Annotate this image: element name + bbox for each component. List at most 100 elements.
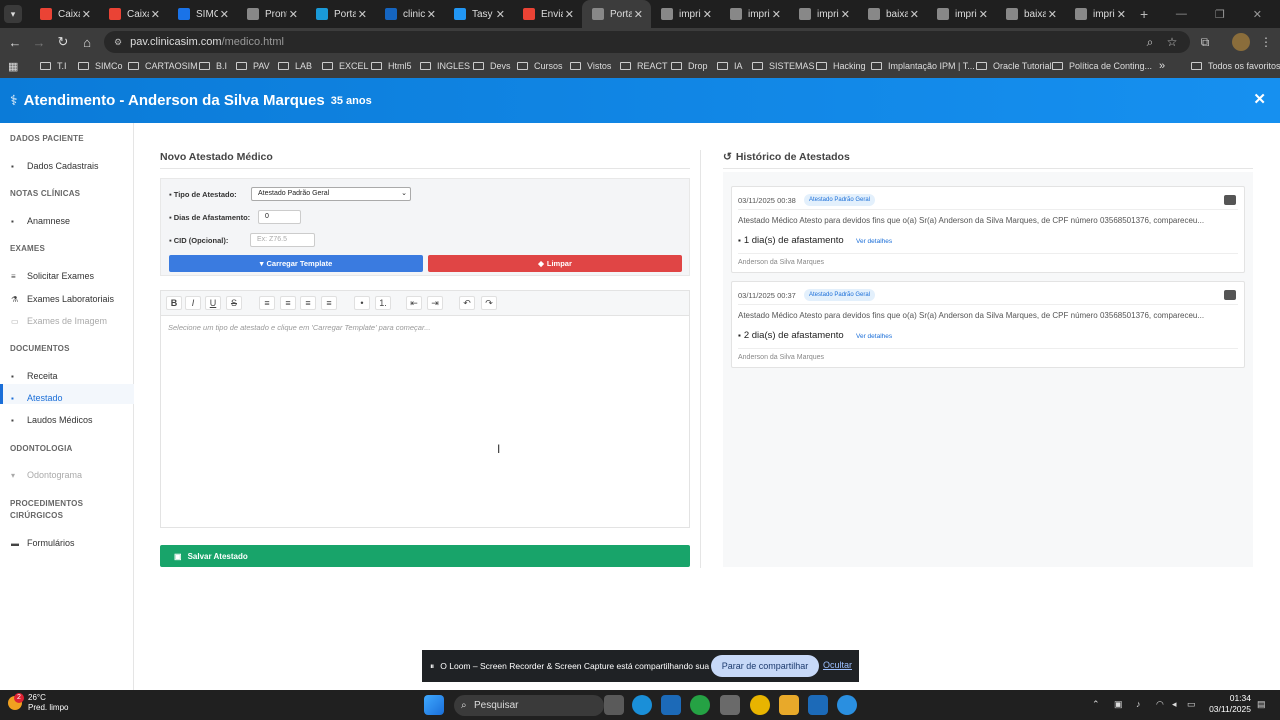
microphone-icon[interactable]: ♪	[1136, 699, 1141, 709]
bookmark-item[interactable]: Drop	[671, 61, 708, 71]
browser-tab[interactable]: Caixa✕	[99, 0, 168, 28]
load-template-button[interactable]: ▾ Carregar Template	[169, 255, 423, 272]
pause-icon[interactable]: ⏸	[430, 661, 434, 672]
close-tab-icon[interactable]: ✕	[496, 8, 505, 21]
wifi-icon[interactable]: ◠	[1156, 699, 1164, 710]
print-icon[interactable]	[1224, 195, 1236, 205]
task-view-icon[interactable]	[604, 695, 624, 715]
bookmark-item[interactable]: INGLES	[420, 61, 470, 71]
browser-tab[interactable]: Pront ✕	[237, 0, 306, 28]
browser-tab[interactable]: imprim✕	[927, 0, 996, 28]
clock[interactable]: 01:34 03/11/2025	[1209, 693, 1251, 715]
align-right-icon[interactable]: ≡	[300, 296, 316, 310]
cid-input[interactable]: Ex: Z76.5	[250, 233, 315, 247]
new-tab-button[interactable]: +	[1140, 6, 1148, 22]
bookmark-item[interactable]: PAV	[236, 61, 270, 71]
underline-icon[interactable]: U	[205, 296, 221, 310]
close-tab-icon[interactable]: ✕	[565, 8, 574, 21]
bookmark-item[interactable]: LAB	[278, 61, 312, 71]
bookmark-item[interactable]: REACT	[620, 61, 668, 71]
save-button[interactable]: ▣ Salvar Atestado	[160, 545, 690, 567]
tray-app-icon[interactable]: ▣	[1114, 699, 1123, 710]
undo-icon[interactable]: ↶	[459, 296, 475, 310]
hide-link[interactable]: Ocultar	[823, 660, 852, 670]
bookmark-item[interactable]: Cursos	[517, 61, 563, 71]
battery-icon[interactable]: ▭	[1187, 699, 1196, 710]
sidebar-item[interactable]: ⚗ Exames Laboratoriais	[11, 294, 114, 304]
redo-icon[interactable]: ↷	[481, 296, 497, 310]
sidebar-item[interactable]: ▾ Odontograma	[11, 470, 82, 480]
sidebar-item[interactable]: ▪ Dados Cadastrais	[11, 161, 99, 171]
bookmark-item[interactable]: Html5	[371, 61, 412, 71]
browser-tab[interactable]: Caixa✕	[30, 0, 99, 28]
close-tab-icon[interactable]: ✕	[841, 8, 850, 21]
close-tab-icon[interactable]: ✕	[910, 8, 919, 21]
print-icon[interactable]	[1224, 290, 1236, 300]
bookmark-item[interactable]: Oracle Tutorial	[976, 61, 1052, 71]
align-left-icon[interactable]: ≡	[259, 296, 275, 310]
browser-tab[interactable]: imprim✕	[720, 0, 789, 28]
close-tab-icon[interactable]: ✕	[358, 8, 367, 21]
details-link[interactable]: Ver detalhes	[856, 238, 892, 245]
browser-tab[interactable]: clinica✕	[375, 0, 444, 28]
tipo-select[interactable]: Atestado Padrão Geral ⌄	[251, 187, 411, 201]
notifications-icon[interactable]: ▤	[1257, 699, 1266, 710]
browser-tab[interactable]: imprim✕	[1065, 0, 1134, 28]
browser-tab[interactable]: Enviad✕	[513, 0, 582, 28]
align-center-icon[interactable]: ≡	[280, 296, 296, 310]
reload-icon[interactable]: ↻	[52, 31, 74, 53]
bookmark-item[interactable]: IA	[717, 61, 743, 71]
browser-tab[interactable]: baixar✕	[858, 0, 927, 28]
close-window-icon[interactable]: ✕	[1253, 8, 1262, 21]
all-favorites-folder[interactable]: Todos os favoritos	[1191, 61, 1280, 71]
sidebar-item[interactable]: ▪ Receita	[11, 371, 58, 381]
calculator-icon[interactable]	[720, 695, 740, 715]
browser-tab[interactable]: imprim✕	[651, 0, 720, 28]
stop-sharing-button[interactable]: Parar de compartilhar	[711, 655, 819, 677]
bookmark-item[interactable]: Implantação IPM | T...	[871, 61, 975, 71]
bookmark-item[interactable]: Política de Conting...	[1052, 61, 1152, 71]
sidebar-item[interactable]: ≡ Solicitar Exames	[11, 271, 94, 281]
bullet-list-icon[interactable]: •	[354, 296, 370, 310]
chevron-up-icon[interactable]: ⌃	[1092, 699, 1100, 710]
maximize-icon[interactable]: ❐	[1215, 8, 1225, 21]
tab-search-button[interactable]: ▾	[4, 5, 22, 23]
zoom-icon[interactable]: ⌕	[1141, 33, 1159, 51]
app-icon[interactable]	[808, 695, 828, 715]
bookmark-item[interactable]: Hacking	[816, 61, 866, 71]
back-icon[interactable]: ←	[4, 31, 26, 53]
bookmark-item[interactable]: T.I	[40, 61, 67, 71]
menu-icon[interactable]: ⋮	[1257, 33, 1275, 51]
address-bar[interactable]: ⚙ pav.clinicasim.com/medico.html	[104, 31, 1190, 53]
close-tab-icon[interactable]: ✕	[82, 8, 91, 21]
vscode-icon[interactable]	[661, 695, 681, 715]
indent-icon[interactable]: ⇥	[427, 296, 443, 310]
bookmark-item[interactable]: Vistos	[570, 61, 611, 71]
taskbar-search[interactable]: ⌕ Pesquisar	[454, 695, 604, 716]
close-tab-icon[interactable]: ✕	[220, 8, 229, 21]
file-explorer-icon[interactable]	[779, 695, 799, 715]
minimize-icon[interactable]: —	[1176, 8, 1187, 21]
bookmark-star-icon[interactable]: ☆	[1163, 33, 1181, 51]
browser-tab[interactable]: Portal✕	[306, 0, 375, 28]
numbered-list-icon[interactable]: 1.	[375, 296, 391, 310]
close-tab-icon[interactable]: ✕	[289, 8, 298, 21]
browser-tab[interactable]: baixar✕	[996, 0, 1065, 28]
bookmark-item[interactable]: SISTEMAS	[752, 61, 815, 71]
close-tab-icon[interactable]: ✕	[979, 8, 988, 21]
apps-icon[interactable]: ▦	[8, 60, 18, 73]
home-icon[interactable]: ⌂	[76, 31, 98, 53]
close-icon[interactable]: ✕	[1253, 90, 1266, 108]
extensions-icon[interactable]: ⧉	[1196, 33, 1214, 51]
weather-widget[interactable]: 2 26°C Pred. limpo	[8, 693, 68, 713]
rich-text-editor[interactable]: Selecione um tipo de atestado e clique e…	[160, 316, 690, 528]
volume-icon[interactable]: ◂	[1172, 699, 1177, 710]
windows-start-icon[interactable]	[424, 695, 444, 715]
forward-icon[interactable]: →	[28, 31, 50, 53]
close-tab-icon[interactable]: ✕	[427, 8, 436, 21]
bookmarks-overflow-icon[interactable]: »	[1159, 60, 1165, 72]
bold-icon[interactable]: B	[166, 296, 182, 310]
outdent-icon[interactable]: ⇤	[406, 296, 422, 310]
profile-avatar[interactable]	[1232, 33, 1250, 51]
whatsapp-icon[interactable]	[690, 695, 710, 715]
